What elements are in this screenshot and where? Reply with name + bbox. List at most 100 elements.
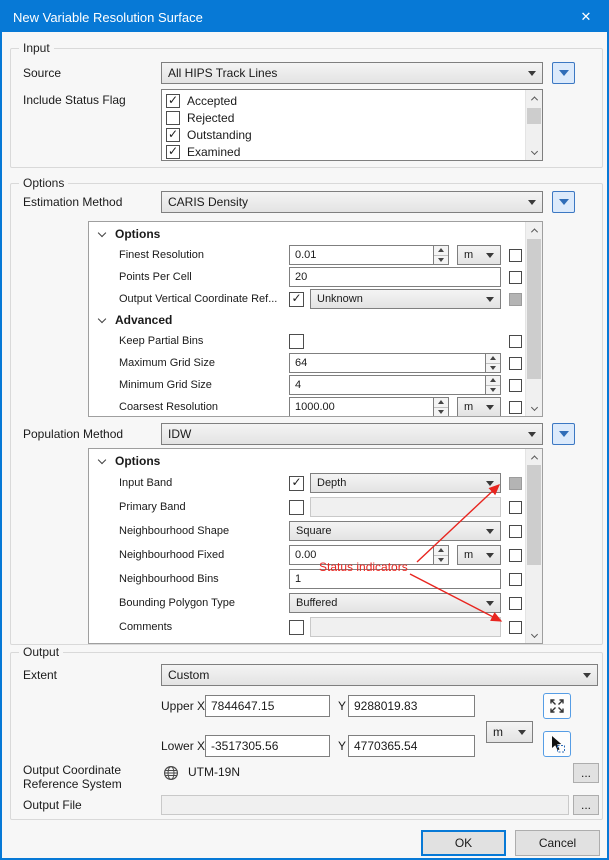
lower-x-field[interactable]: -3517305.56 — [205, 735, 330, 757]
spin-value: 64 — [290, 354, 485, 372]
dropdown[interactable]: Unknown — [310, 289, 501, 309]
close-button[interactable]: ✕ — [565, 2, 607, 32]
spin-field[interactable]: 64 — [289, 353, 501, 373]
spin-up-button[interactable] — [486, 354, 500, 364]
status-indicator[interactable] — [509, 549, 522, 562]
spinner-buttons[interactable] — [433, 546, 448, 564]
status-indicator[interactable] — [509, 597, 522, 610]
source-combobox[interactable]: All HIPS Track Lines — [161, 62, 543, 84]
chevron-down-icon — [528, 200, 536, 205]
chevron-down-icon — [486, 297, 494, 302]
status-indicator[interactable] — [509, 621, 522, 634]
crs-browse-button[interactable]: ... — [573, 763, 599, 783]
checkbox[interactable] — [289, 334, 304, 349]
scroll-up-icon[interactable] — [526, 223, 542, 238]
status-indicator — [509, 477, 522, 490]
spin-field[interactable]: 0.01 — [289, 245, 449, 265]
spin-field[interactable]: 1000.00 — [289, 397, 449, 416]
extent-units-combobox[interactable]: m — [486, 721, 533, 743]
spin-down-button[interactable] — [434, 408, 448, 417]
checkbox[interactable] — [289, 500, 304, 515]
full-extent-button[interactable] — [543, 693, 571, 719]
ok-button[interactable]: OK — [421, 830, 506, 856]
checkbox[interactable] — [166, 128, 180, 142]
upper-x-field[interactable]: 7844647.15 — [205, 695, 330, 717]
source-options-button[interactable] — [552, 62, 575, 84]
status-indicator[interactable] — [509, 573, 522, 586]
dropdown[interactable]: Square — [289, 521, 501, 541]
spin-down-button[interactable] — [486, 386, 500, 395]
spin-down-button[interactable] — [434, 256, 448, 265]
dropdown[interactable]: Depth — [310, 473, 501, 493]
status-flag-item[interactable]: Rejected — [166, 109, 525, 126]
output-file-field[interactable] — [161, 795, 569, 815]
output-file-browse-button[interactable]: ... — [573, 795, 599, 815]
checkbox[interactable] — [166, 94, 180, 108]
scroll-down-icon[interactable] — [526, 144, 542, 159]
spinner-buttons[interactable] — [485, 376, 500, 394]
select-extent-button[interactable] — [543, 731, 571, 757]
scrollbar-thumb[interactable] — [527, 239, 541, 379]
chevron-down-icon — [486, 481, 494, 486]
status-indicator[interactable] — [509, 271, 522, 284]
population-method-combobox[interactable]: IDW — [161, 423, 543, 445]
checkbox[interactable] — [289, 292, 304, 307]
population-panel-scrollbar[interactable] — [525, 449, 542, 643]
checkbox[interactable] — [289, 476, 304, 491]
unit-combobox[interactable]: m — [457, 245, 501, 265]
spinner-buttons[interactable] — [433, 246, 448, 264]
spin-up-button[interactable] — [434, 246, 448, 256]
scrollbar-thumb[interactable] — [527, 465, 541, 565]
tree-header[interactable]: Options — [89, 451, 525, 471]
row-label: Coarsest Resolution — [119, 401, 289, 413]
scroll-up-icon[interactable] — [526, 450, 542, 465]
status-flag-item[interactable]: Accepted — [166, 92, 525, 109]
dropdown[interactable]: Buffered — [289, 593, 501, 613]
estimation-method-combobox[interactable]: CARIS Density — [161, 191, 543, 213]
spin-down-button[interactable] — [434, 556, 448, 565]
scrollbar-thumb[interactable] — [527, 108, 541, 124]
status-indicator[interactable] — [509, 401, 522, 414]
spin-field[interactable]: 0.00 — [289, 545, 449, 565]
checkbox[interactable] — [289, 620, 304, 635]
status-indicator[interactable] — [509, 525, 522, 538]
text-field[interactable]: 1 — [289, 569, 501, 589]
upper-y-field[interactable]: 9288019.83 — [348, 695, 475, 717]
scroll-up-icon[interactable] — [526, 91, 542, 106]
row-label: Primary Band — [119, 501, 289, 513]
status-indicator[interactable] — [509, 357, 522, 370]
spinner-buttons[interactable] — [433, 398, 448, 416]
spinner-buttons[interactable] — [485, 354, 500, 372]
field-value: 1 — [295, 573, 301, 585]
spin-field[interactable]: 4 — [289, 375, 501, 395]
extent-combobox[interactable]: Custom — [161, 664, 598, 686]
source-combobox-value: All HIPS Track Lines — [168, 66, 524, 80]
status-indicator[interactable] — [509, 379, 522, 392]
population-options-button[interactable] — [552, 423, 575, 445]
tree-header[interactable]: Options — [89, 224, 525, 244]
lower-y-field[interactable]: 4770365.54 — [348, 735, 475, 757]
cancel-button[interactable]: Cancel — [515, 830, 600, 856]
flag-list-scrollbar[interactable] — [525, 90, 542, 160]
tree-header[interactable]: Advanced — [89, 310, 525, 330]
spin-up-button[interactable] — [434, 398, 448, 408]
spin-down-button[interactable] — [486, 364, 500, 373]
unit-combobox[interactable]: m — [457, 397, 501, 416]
estimation-options-button[interactable] — [552, 191, 575, 213]
chevron-down-icon — [486, 529, 494, 534]
checkbox[interactable] — [166, 145, 180, 159]
unit-combobox[interactable]: m — [457, 545, 501, 565]
status-indicator[interactable] — [509, 501, 522, 514]
text-field[interactable]: 20 — [289, 267, 501, 287]
checkbox[interactable] — [166, 111, 180, 125]
spin-up-button[interactable] — [434, 546, 448, 556]
scroll-down-icon[interactable] — [526, 627, 542, 642]
status-indicator[interactable] — [509, 335, 522, 348]
spin-up-button[interactable] — [486, 376, 500, 386]
estimation-panel-scrollbar[interactable] — [525, 222, 542, 416]
title-bar[interactable]: New Variable Resolution Surface ✕ — [2, 2, 607, 32]
scroll-down-icon[interactable] — [526, 400, 542, 415]
status-flag-item[interactable]: Examined — [166, 143, 525, 160]
status-indicator[interactable] — [509, 249, 522, 262]
status-flag-item[interactable]: Outstanding — [166, 126, 525, 143]
